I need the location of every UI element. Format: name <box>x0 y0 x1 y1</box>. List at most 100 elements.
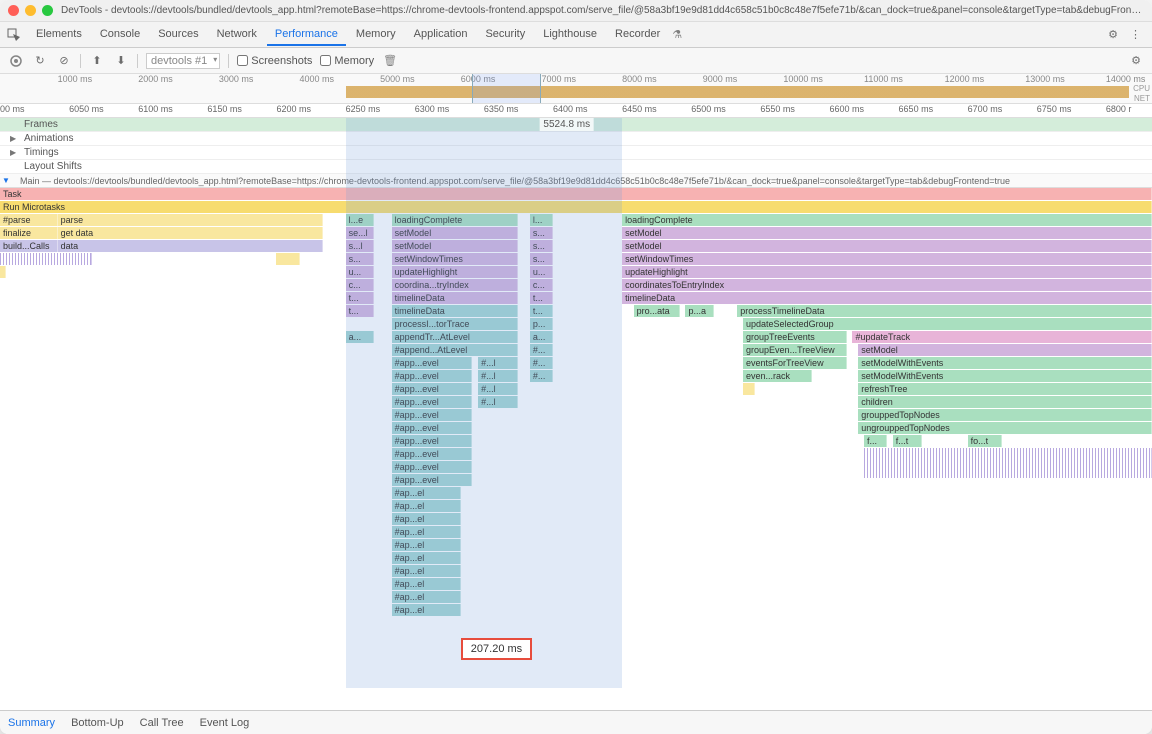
flame-bar[interactable]: #parse <box>0 214 58 226</box>
flame-bar[interactable]: finalize <box>0 227 58 239</box>
flame-bar[interactable]: #updateTrack <box>852 331 1152 343</box>
flame-bar[interactable] <box>743 383 755 395</box>
flame-bar[interactable]: setModelWithEvents <box>858 357 1152 369</box>
flame-chart[interactable]: 5524.8 ms Frames ▶ Animations ▶ Timings … <box>0 118 1152 688</box>
flame-bar[interactable]: #... <box>530 357 553 369</box>
flame-bar[interactable]: #ap...el <box>392 552 461 564</box>
tab-security[interactable]: Security <box>477 24 533 46</box>
flame-bar[interactable]: even...rack <box>743 370 812 382</box>
flame-bar[interactable]: se...l <box>346 227 375 239</box>
flame-bar[interactable]: setWindowTimes <box>392 253 519 265</box>
screenshots-checkbox[interactable]: Screenshots <box>237 55 312 67</box>
flame-bar[interactable]: setWindowTimes <box>622 253 1152 265</box>
flame-bar[interactable]: build...Calls <box>0 240 58 252</box>
perf-settings-icon[interactable]: ⚙ <box>1128 53 1144 69</box>
memory-checkbox[interactable]: Memory <box>320 55 374 67</box>
zoom-icon[interactable] <box>42 5 53 16</box>
flame-bar[interactable]: groupEven...TreeView <box>743 344 847 356</box>
flame-bar[interactable]: Run Microtasks <box>0 201 1152 213</box>
download-button[interactable]: ⬇ <box>113 53 129 69</box>
track-main-header[interactable]: ▼ Main — devtools://devtools/bundled/dev… <box>0 174 1152 188</box>
flame-bar[interactable]: #app...evel <box>392 370 473 382</box>
flame-bar[interactable]: t... <box>530 305 553 317</box>
flame-bar[interactable]: #app...evel <box>392 357 473 369</box>
tab-recorder[interactable]: Recorder <box>607 24 668 46</box>
flame-bar[interactable]: #ap...el <box>392 578 461 590</box>
flame-bar[interactable]: #... <box>530 370 553 382</box>
track-layout-shifts[interactable]: Layout Shifts <box>0 160 1152 174</box>
clear-button[interactable]: ⊘ <box>56 53 72 69</box>
flame-bar[interactable]: setModel <box>392 240 519 252</box>
tab-elements[interactable]: Elements <box>28 24 90 46</box>
tab-call-tree[interactable]: Call Tree <box>140 717 184 729</box>
flame-bar[interactable]: f...t <box>893 435 922 447</box>
flame-bar[interactable]: c... <box>346 279 375 291</box>
flame-bar[interactable]: p...a <box>685 305 714 317</box>
flame-bar[interactable]: #ap...el <box>392 487 461 499</box>
garbage-icon[interactable]: 🗑 <box>382 53 398 69</box>
flame-bar[interactable]: #ap...el <box>392 539 461 551</box>
flame-bar[interactable]: s...l <box>346 240 375 252</box>
flame-bar[interactable]: s... <box>346 253 375 265</box>
flame-bar[interactable]: pro...ata <box>634 305 680 317</box>
track-timings[interactable]: ▶ Timings <box>0 146 1152 160</box>
flame-bar[interactable]: #...l <box>478 396 518 408</box>
flame-bar[interactable]: s... <box>530 227 553 239</box>
flame-bar[interactable]: fo...t <box>968 435 1003 447</box>
flame-bar[interactable]: t... <box>346 305 375 317</box>
chevron-down-icon[interactable]: ▼ <box>2 176 10 185</box>
minimize-icon[interactable] <box>25 5 36 16</box>
flame-bar[interactable]: updateHighlight <box>622 266 1152 278</box>
upload-button[interactable]: ⬆ <box>89 53 105 69</box>
overview-selection[interactable] <box>472 74 541 103</box>
flame-bar[interactable]: #app...evel <box>392 461 473 473</box>
flame-bar[interactable]: setModel <box>622 227 1152 239</box>
flame-bar[interactable]: coordina...tryIndex <box>392 279 519 291</box>
flame-bar[interactable]: updateSelectedGroup <box>743 318 1152 330</box>
flame-bar[interactable]: #... <box>530 344 553 356</box>
flame-bar[interactable]: #...l <box>478 383 518 395</box>
flame-bar[interactable]: #app...evel <box>392 383 473 395</box>
chevron-right-icon[interactable]: ▶ <box>10 134 16 143</box>
flame-bar[interactable]: processTimelineData <box>737 305 1152 317</box>
flame-bar[interactable]: #ap...el <box>392 526 461 538</box>
flame-bar[interactable]: u... <box>530 266 553 278</box>
flame-bar[interactable]: l...e <box>346 214 375 226</box>
flame-bar[interactable]: #append...AtLevel <box>392 344 519 356</box>
tab-network[interactable]: Network <box>209 24 265 46</box>
flame-bar[interactable]: a... <box>346 331 375 343</box>
flame-bar[interactable]: coordinatesToEntryIndex <box>622 279 1152 291</box>
flame-bar[interactable]: #ap...el <box>392 513 461 525</box>
flame-bar[interactable]: f... <box>864 435 887 447</box>
tab-bottom-up[interactable]: Bottom-Up <box>71 717 124 729</box>
flame-bar[interactable]: grouppedTopNodes <box>858 409 1152 421</box>
flame-bar[interactable]: t... <box>346 292 375 304</box>
reload-button[interactable]: ↻ <box>32 53 48 69</box>
overview-minimap[interactable]: 1000 ms 2000 ms 3000 ms 4000 ms 5000 ms … <box>0 74 1152 104</box>
flame-bar[interactable]: #app...evel <box>392 396 473 408</box>
settings-icon[interactable]: ⚙ <box>1103 25 1123 44</box>
flame-bar[interactable]: s... <box>530 253 553 265</box>
flame-bar[interactable]: s... <box>530 240 553 252</box>
flame-bar[interactable]: eventsForTreeView <box>743 357 847 369</box>
flame-bar[interactable]: groupTreeEvents <box>743 331 847 343</box>
flame-bar[interactable]: children <box>858 396 1152 408</box>
flame-bar[interactable]: Task <box>0 188 1152 200</box>
track-frames[interactable]: Frames <box>0 118 1152 132</box>
flame-bar[interactable] <box>0 266 6 278</box>
flame-bar[interactable]: a... <box>530 331 553 343</box>
flame-bar[interactable]: #app...evel <box>392 448 473 460</box>
flame-bar[interactable]: c... <box>530 279 553 291</box>
more-icon[interactable]: ⋮ <box>1125 25 1146 44</box>
flame-bar[interactable]: ungrouppedTopNodes <box>858 422 1152 434</box>
flame-bar[interactable]: get data <box>58 227 323 239</box>
flame-bar[interactable]: #ap...el <box>392 591 461 603</box>
close-icon[interactable] <box>8 5 19 16</box>
flame-bar[interactable]: setModel <box>622 240 1152 252</box>
flame-bar[interactable]: #...l <box>478 370 518 382</box>
flame-bar[interactable]: l... <box>530 214 553 226</box>
tab-summary[interactable]: Summary <box>8 717 55 729</box>
tab-sources[interactable]: Sources <box>150 24 206 46</box>
profile-dropdown[interactable]: devtools #1 <box>146 53 220 69</box>
flame-bar[interactable]: loadingComplete <box>392 214 519 226</box>
